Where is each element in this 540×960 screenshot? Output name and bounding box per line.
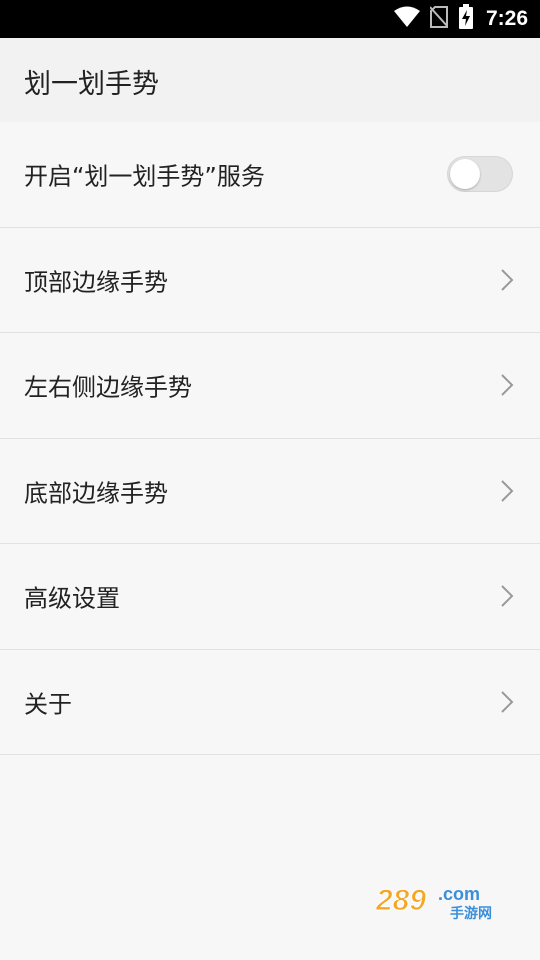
list-item-about[interactable]: 关于 (0, 649, 540, 755)
list-item-label: 高级设置 (24, 584, 120, 613)
chevron-right-icon (501, 480, 514, 502)
service-toggle-switch[interactable] (447, 156, 513, 193)
service-toggle-row[interactable]: 开启“划一划手势”服务 (0, 122, 540, 228)
service-toggle-label: 开启“划一划手势”服务 (24, 162, 265, 191)
chevron-right-icon (501, 691, 514, 713)
page-title: 划一划手势 (24, 69, 159, 100)
list-item-label: 底部边缘手势 (24, 479, 168, 508)
svg-text:手游网: 手游网 (450, 905, 492, 922)
chevron-right-icon (501, 374, 514, 396)
toggle-knob (450, 159, 480, 190)
list-item-label: 关于 (24, 690, 72, 719)
status-icons: 7:26 (393, 0, 528, 38)
list-item-bottom-edge-gesture[interactable]: 底部边缘手势 (0, 438, 540, 544)
wifi-icon (393, 6, 420, 32)
no-sim-icon (429, 6, 449, 32)
battery-charging-icon (458, 4, 474, 34)
list-item-advanced-settings[interactable]: 高级设置 (0, 544, 540, 650)
list-item-label: 顶部边缘手势 (24, 268, 168, 297)
settings-list: 开启“划一划手势”服务 顶部边缘手势 左右侧边缘手势 底部边缘手势 高级设置 关… (0, 122, 540, 755)
svg-text:.com: .com (438, 884, 480, 904)
svg-text:289: 289 (376, 884, 426, 917)
chevron-right-icon (501, 269, 514, 291)
chevron-right-icon (501, 585, 514, 607)
list-item-side-edge-gesture[interactable]: 左右侧边缘手势 (0, 333, 540, 439)
app-bar: 划一划手势 (0, 38, 540, 122)
watermark-logo: 289 .com 手游网 (376, 884, 492, 923)
list-item-label: 左右侧边缘手势 (24, 373, 192, 402)
status-bar: 7:26 (0, 0, 540, 38)
list-item-top-edge-gesture[interactable]: 顶部边缘手势 (0, 227, 540, 333)
status-time: 7:26 (485, 7, 528, 30)
